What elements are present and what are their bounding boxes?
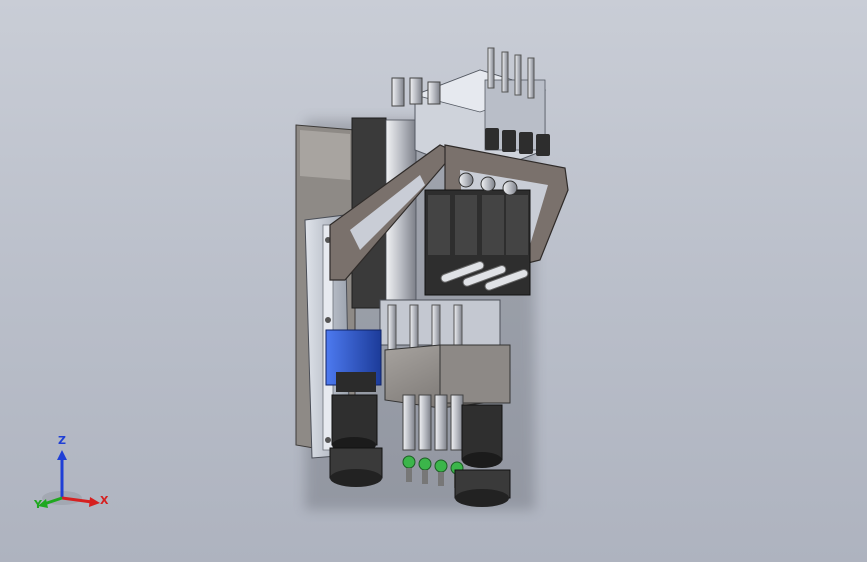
y-axis-label: Y bbox=[34, 498, 42, 511]
z-axis-label: Z bbox=[58, 434, 66, 447]
cad-assembly-model[interactable] bbox=[0, 0, 867, 562]
cad-viewport[interactable]: Z X Y bbox=[0, 0, 867, 562]
coordinate-triad[interactable]: Z X Y bbox=[28, 434, 118, 520]
x-axis-label: X bbox=[100, 494, 109, 507]
blue-motor bbox=[325, 329, 382, 392]
